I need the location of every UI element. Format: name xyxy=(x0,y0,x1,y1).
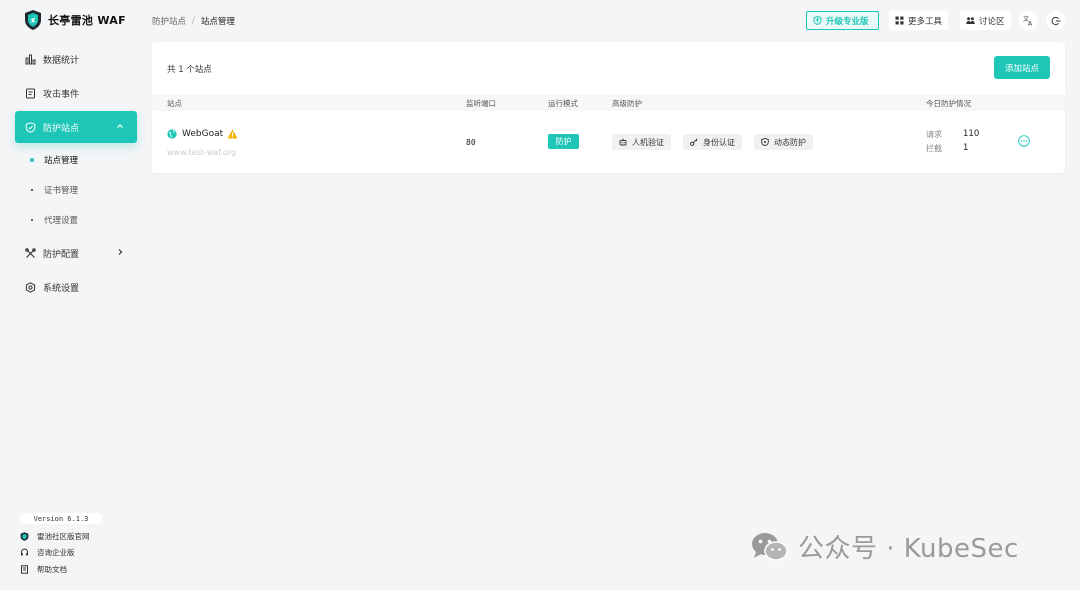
subnav-proxy-settings[interactable]: 代理设置 xyxy=(30,214,78,226)
subnav-label: 代理设置 xyxy=(44,216,79,226)
site-url[interactable]: www.test-waf.org xyxy=(167,148,236,157)
warning-icon[interactable] xyxy=(227,129,238,139)
subnav-label: 站点管理 xyxy=(44,156,79,166)
tag-captcha[interactable]: 人机验证 xyxy=(612,134,671,150)
nav-item-protection-config[interactable]: 防护配置 xyxy=(15,237,137,269)
subnav-label: 证书管理 xyxy=(44,186,79,196)
breadcrumb: 防护站点 / 站点管理 xyxy=(152,15,235,27)
column-header-port: 监听端口 xyxy=(466,99,496,108)
nav-item-attacks[interactable]: 攻击事件 xyxy=(15,77,137,109)
gear-icon xyxy=(25,281,36,293)
nav-item-system-settings[interactable]: 系统设置 xyxy=(15,271,137,303)
listen-port: 80 xyxy=(466,138,476,147)
nav-item-label: 防护站点 xyxy=(43,123,80,134)
block-count: 1 xyxy=(963,143,969,153)
active-dot xyxy=(30,158,34,162)
doc-icon xyxy=(20,565,29,574)
subnav-site-management[interactable]: 站点管理 xyxy=(30,154,78,166)
robot-icon xyxy=(619,138,627,146)
footer-link-label: 咨询企业版 xyxy=(37,548,75,557)
watermark: 公众号 · KubeSec xyxy=(750,528,1019,565)
logout-button[interactable] xyxy=(1046,11,1065,30)
more-tools-label: 更多工具 xyxy=(908,16,943,27)
tag-label: 人机验证 xyxy=(632,137,664,147)
tag-auth[interactable]: 身份认证 xyxy=(683,134,742,150)
nav-item-label: 数据统计 xyxy=(43,55,80,66)
more-options-icon[interactable] xyxy=(1018,135,1030,147)
column-header-mode: 运行模式 xyxy=(548,99,578,108)
version-badge: Version 6.1.3 xyxy=(20,513,102,524)
breadcrumb-current: 站点管理 xyxy=(200,17,235,27)
block-label: 拦截 xyxy=(926,144,942,153)
breadcrumb-separator: / xyxy=(192,16,195,26)
request-label: 请求 xyxy=(926,130,942,139)
bullet-dot xyxy=(31,189,33,191)
subnav-cert-management[interactable]: 证书管理 xyxy=(30,184,78,196)
nav-item-label: 防护配置 xyxy=(43,249,80,260)
tag-label: 身份认证 xyxy=(703,137,735,147)
document-icon xyxy=(25,88,36,99)
shield-logo-icon xyxy=(20,532,29,541)
footer-link-docs[interactable]: 帮助文档 xyxy=(20,564,67,575)
nav-item-protected-sites[interactable]: 防护站点 xyxy=(15,111,137,143)
request-count: 110 xyxy=(963,129,980,139)
logout-icon xyxy=(1051,16,1060,25)
upgrade-icon xyxy=(813,16,822,25)
tools-icon xyxy=(25,247,36,259)
translate-icon: 文A xyxy=(1023,15,1033,27)
column-header-site: 站点 xyxy=(167,99,182,108)
run-mode-badge[interactable]: 防护 xyxy=(548,134,579,149)
users-icon xyxy=(966,16,975,25)
nav-item-label: 系统设置 xyxy=(43,283,80,294)
chevron-right-icon xyxy=(118,249,123,255)
table-header: 站点 监听端口 运行模式 高级防护 今日防护情况 xyxy=(152,95,1065,111)
logo-shield-icon xyxy=(25,10,41,30)
chevron-up-icon xyxy=(117,124,123,128)
globe-icon xyxy=(167,129,177,139)
column-header-advanced: 高级防护 xyxy=(612,99,642,108)
sites-card: 共 1 个站点 添加站点 站点 监听端口 运行模式 高级防护 今日防护情况 We… xyxy=(152,42,1065,173)
apps-grid-icon xyxy=(895,16,904,25)
wechat-icon xyxy=(752,532,788,561)
bullet-dot xyxy=(31,219,33,221)
column-header-today: 今日防护情况 xyxy=(926,99,971,108)
footer-link-label: 雷池社区版官网 xyxy=(37,532,90,541)
footer-link-community-site[interactable]: 雷池社区版官网 xyxy=(20,531,90,542)
nav-item-label: 攻击事件 xyxy=(43,89,80,100)
shield-small-icon xyxy=(761,138,769,146)
site-count: 共 1 个站点 xyxy=(167,65,212,75)
tag-dynamic-protection[interactable]: 动态防护 xyxy=(754,134,813,150)
headset-icon xyxy=(20,548,29,557)
more-tools-button[interactable]: 更多工具 xyxy=(889,11,949,30)
sidebar: 长亭雷池 WAF 数据统计 攻击事件 防护站点 站点管理 证书管理 代理设置 防… xyxy=(0,0,150,590)
forum-label: 讨论区 xyxy=(979,16,1005,27)
site-name: WebGoat xyxy=(182,129,224,139)
table-row[interactable]: WebGoat www.test-waf.org 80 防护 人机验证 身份认证… xyxy=(152,111,1065,173)
bar-chart-icon xyxy=(25,54,36,65)
tag-label: 动态防护 xyxy=(774,137,806,147)
site-name-cell[interactable]: WebGoat xyxy=(167,129,238,139)
app-logo[interactable]: 长亭雷池 WAF xyxy=(24,10,126,30)
footer-link-enterprise[interactable]: 咨询企业版 xyxy=(20,547,75,558)
add-site-button[interactable]: 添加站点 xyxy=(994,56,1050,79)
watermark-text: 公众号 · KubeSec xyxy=(798,534,1019,564)
upgrade-button[interactable]: 升级专业版 xyxy=(806,11,879,30)
footer-link-label: 帮助文档 xyxy=(37,565,67,574)
forum-button[interactable]: 讨论区 xyxy=(960,11,1011,30)
shield-icon xyxy=(25,121,36,133)
key-icon xyxy=(690,138,698,146)
breadcrumb-parent[interactable]: 防护站点 xyxy=(152,15,186,27)
nav-item-stats[interactable]: 数据统计 xyxy=(15,43,137,75)
upgrade-label: 升级专业版 xyxy=(826,16,869,27)
language-button[interactable]: 文A xyxy=(1019,11,1038,30)
svg-text:A: A xyxy=(1028,21,1033,27)
app-title: 长亭雷池 WAF xyxy=(48,14,126,27)
